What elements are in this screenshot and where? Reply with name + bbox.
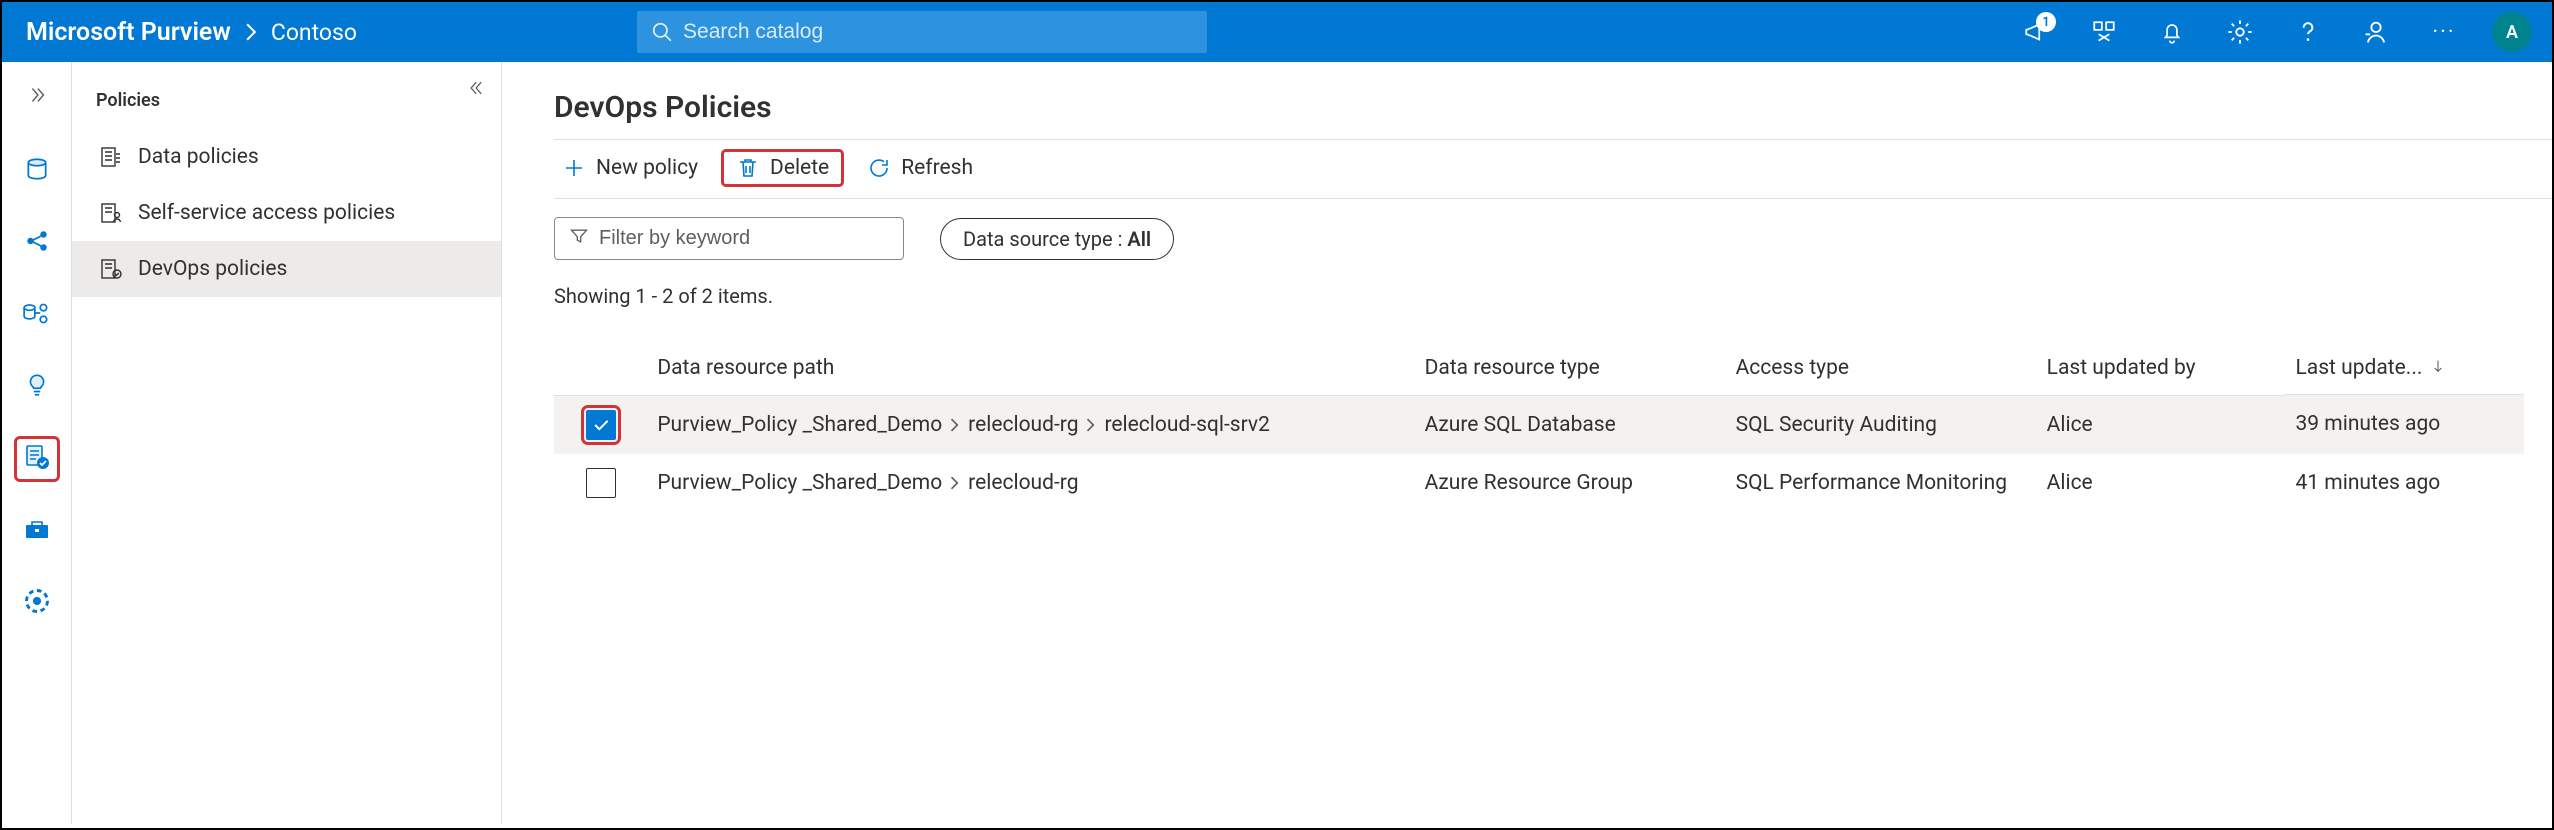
new-policy-button[interactable]: New policy (554, 152, 706, 184)
brand-title[interactable]: Microsoft Purview (26, 18, 231, 47)
search-icon (651, 21, 673, 43)
refresh-icon (867, 156, 891, 180)
rail-data-map[interactable] (16, 222, 58, 264)
refresh-label: Refresh (901, 156, 973, 180)
cell-access: SQL Security Auditing (1726, 395, 2037, 454)
chevron-right-icon (1086, 418, 1096, 432)
table-header-row: Data resource path Data resource type Ac… (554, 342, 2524, 395)
col-type[interactable]: Data resource type (1415, 342, 1726, 395)
doc-check-icon (96, 257, 124, 281)
rail-data-catalog[interactable] (16, 150, 58, 192)
pill-prefix: Data source type : (963, 227, 1127, 251)
result-count: Showing 1 - 2 of 2 items. (554, 284, 2524, 308)
policy-icon (23, 443, 51, 475)
col-access[interactable]: Access type (1726, 342, 2037, 395)
cell-path: Purview_Policy _Shared_Demo relecloud-rg (647, 454, 1414, 512)
breadcrumb[interactable]: Contoso (271, 19, 357, 46)
row-checkbox[interactable] (586, 468, 616, 498)
delete-button[interactable]: Delete (724, 152, 841, 184)
row-checkbox[interactable] (586, 410, 616, 440)
lightbulb-icon (24, 372, 50, 402)
filter-keyword-field[interactable] (599, 227, 889, 250)
col-at-label: Last update... (2295, 356, 2422, 380)
pill-value: All (1127, 227, 1151, 251)
page-title: DevOps Policies (554, 90, 2524, 125)
subnav-item-2[interactable]: DevOps policies (72, 241, 501, 297)
col-by[interactable]: Last updated by (2037, 342, 2286, 395)
path-seg: Purview_Policy _Shared_Demo (657, 471, 942, 495)
pipeline-icon (22, 300, 52, 330)
cell-at: 41 minutes ago (2285, 454, 2524, 512)
col-path[interactable]: Data resource path (647, 342, 1414, 395)
path-seg: relecloud-sql-srv2 (1104, 413, 1269, 437)
new-policy-label: New policy (596, 156, 698, 180)
left-rail (2, 62, 72, 824)
header-actions: 1 ··· A (2016, 12, 2532, 52)
target-icon (23, 587, 51, 619)
bell-icon[interactable] (2152, 12, 2192, 52)
col-at[interactable]: Last update... (2285, 342, 2524, 395)
path-seg: Purview_Policy _Shared_Demo (657, 413, 942, 437)
toolbar: New policy Delete Refresh (554, 140, 2524, 198)
sort-desc-icon (2430, 356, 2446, 380)
feedback-button[interactable] (2356, 12, 2396, 52)
cell-at: 39 minutes ago (2285, 395, 2524, 454)
settings-gear-button[interactable] (2220, 12, 2260, 52)
cell-type: Azure SQL Database (1415, 395, 1726, 454)
notification-badge: 1 (2036, 12, 2056, 32)
plus-icon (562, 156, 586, 180)
chevron-right-icon (950, 418, 960, 432)
more-button[interactable]: ··· (2424, 12, 2464, 52)
path-seg: relecloud-rg (968, 413, 1078, 437)
doc-people-icon (96, 201, 124, 225)
rail-management[interactable] (16, 510, 58, 552)
policy-subnav: Policies Data policies Self-service acces… (72, 62, 502, 824)
subnav-item-label: DevOps policies (138, 257, 287, 281)
filter-keyword-input[interactable] (554, 217, 904, 260)
cell-by: Alice (2037, 395, 2286, 454)
subnav-title: Policies (72, 74, 501, 129)
filter-row: Data source type : All (554, 199, 2524, 284)
rail-expand-button[interactable] (16, 74, 58, 116)
share-icon (24, 228, 50, 258)
path-seg: relecloud-rg (968, 471, 1078, 495)
data-source-type-filter[interactable]: Data source type : All (940, 218, 1174, 260)
rail-privacy[interactable] (16, 582, 58, 624)
cell-access: SQL Performance Monitoring (1726, 454, 2037, 512)
subnav-collapse-button[interactable] (467, 78, 487, 102)
app-header: Microsoft Purview Contoso 1 ··· A (2, 2, 2552, 62)
delete-label: Delete (770, 156, 829, 180)
avatar[interactable]: A (2492, 12, 2532, 52)
refresh-button[interactable]: Refresh (859, 152, 981, 184)
subnav-item-label: Data policies (138, 145, 259, 169)
database-icon (24, 156, 50, 186)
subnav-item-1[interactable]: Self-service access policies (72, 185, 501, 241)
rail-insights[interactable] (16, 366, 58, 408)
subnav-item-label: Self-service access policies (138, 201, 395, 225)
cell-by: Alice (2037, 454, 2286, 512)
cell-path: Purview_Policy _Shared_Demo relecloud-rg r… (647, 395, 1414, 454)
doc-list-icon (96, 145, 124, 169)
help-button[interactable] (2288, 12, 2328, 52)
filter-icon (569, 226, 589, 251)
workspace-switcher-button[interactable] (2084, 12, 2124, 52)
subnav-item-0[interactable]: Data policies (72, 129, 501, 185)
notifications-megaphone-button[interactable]: 1 (2016, 12, 2056, 52)
search-box[interactable] (637, 11, 1207, 53)
rail-data-estate[interactable] (16, 294, 58, 336)
breadcrumb-caret-icon (245, 23, 257, 41)
main-content: DevOps Policies New policy Delete Refres… (502, 62, 2552, 824)
policies-table: Data resource path Data resource type Ac… (554, 342, 2524, 512)
rail-policy[interactable] (16, 438, 58, 480)
search-input[interactable] (683, 20, 1193, 44)
trash-icon (736, 156, 760, 180)
toolbox-icon (23, 516, 51, 546)
table-row[interactable]: Purview_Policy _Shared_Demo relecloud-rg A… (554, 454, 2524, 512)
cell-type: Azure Resource Group (1415, 454, 1726, 512)
table-row[interactable]: Purview_Policy _Shared_Demo relecloud-rg r… (554, 395, 2524, 454)
chevron-right-icon (950, 476, 960, 490)
